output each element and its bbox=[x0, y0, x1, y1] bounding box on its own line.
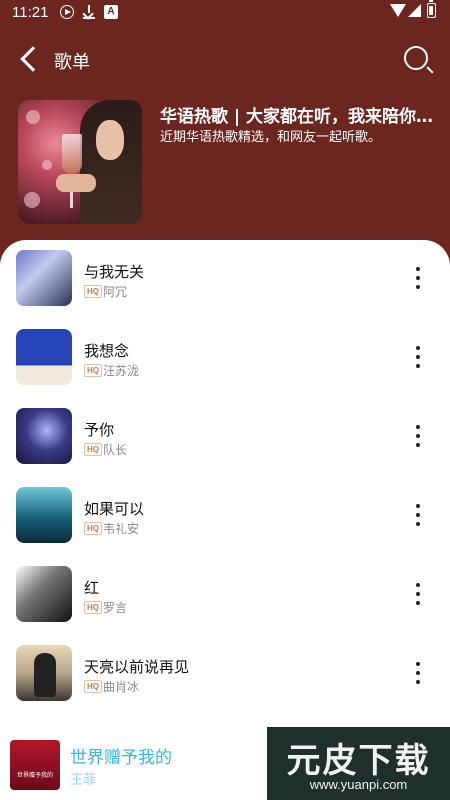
song-row[interactable]: 我想念 HQ 汪苏泷 bbox=[0, 319, 450, 398]
song-row[interactable]: 如果可以 HQ 韦礼安 bbox=[0, 477, 450, 556]
back-icon[interactable] bbox=[20, 46, 46, 72]
more-icon[interactable] bbox=[410, 267, 426, 293]
more-icon[interactable] bbox=[410, 346, 426, 372]
download-icon bbox=[82, 5, 96, 19]
status-bar: 11:21 A bbox=[0, 0, 450, 26]
more-icon[interactable] bbox=[410, 504, 426, 530]
song-artist: 汪苏泷 bbox=[103, 364, 140, 378]
song-cover bbox=[16, 250, 72, 306]
song-cover bbox=[16, 329, 72, 385]
song-title: 如果可以 bbox=[84, 500, 145, 518]
song-title: 我想念 bbox=[84, 342, 130, 360]
song-artist: 阿冗 bbox=[103, 285, 128, 299]
playlist-description: 近期华语热歌精选，和网友一起听歌。 bbox=[160, 130, 382, 145]
playlist-title: 华语热歌 | 大家都在听，我来陪你一起听 bbox=[160, 107, 440, 127]
song-title: 红 bbox=[84, 579, 100, 597]
song-title: 予你 bbox=[84, 421, 115, 439]
app-header: 歌单 bbox=[0, 40, 450, 84]
song-artist: 曲肖冰 bbox=[103, 680, 140, 694]
song-artist: 罗言 bbox=[103, 601, 128, 615]
now-playing-cover: 世界赠予我的 bbox=[10, 740, 60, 790]
song-row[interactable]: 天亮以前说再见 HQ 曲肖冰 bbox=[0, 635, 450, 714]
song-title: 与我无关 bbox=[84, 263, 145, 281]
watermark-logo-text: 元皮下载 bbox=[286, 741, 431, 781]
hq-badge: HQ bbox=[84, 522, 102, 535]
song-row[interactable]: 红 HQ 罗言 bbox=[0, 556, 450, 635]
more-icon[interactable] bbox=[410, 583, 426, 609]
battery-icon bbox=[427, 0, 436, 18]
hq-badge: HQ bbox=[84, 364, 102, 377]
song-cover bbox=[16, 645, 72, 701]
song-row[interactable]: 与我无关 HQ 阿冗 bbox=[0, 240, 450, 319]
page-title: 歌单 bbox=[54, 52, 90, 73]
watermark: 元皮下载 www.yuanpi.com bbox=[267, 727, 450, 800]
signal-icon bbox=[408, 4, 421, 17]
song-cover bbox=[16, 566, 72, 622]
song-title: 天亮以前说再见 bbox=[84, 658, 190, 676]
hq-badge: HQ bbox=[84, 680, 102, 693]
watermark-url: www.yuanpi.com bbox=[309, 777, 408, 792]
now-playing-artist: 王菲 bbox=[70, 773, 97, 788]
playlist-cover[interactable] bbox=[18, 100, 142, 224]
hq-badge: HQ bbox=[84, 285, 102, 298]
wifi-icon bbox=[390, 4, 406, 17]
song-list: 与我无关 HQ 阿冗 我想念 HQ 汪苏泷 予你 HQ 队长 如果可以 HQ 韦… bbox=[0, 240, 450, 800]
song-cover bbox=[16, 408, 72, 464]
song-cover bbox=[16, 487, 72, 543]
now-playing-title: 世界赠予我的 bbox=[70, 748, 172, 768]
more-icon[interactable] bbox=[410, 425, 426, 451]
a-icon: A bbox=[104, 5, 118, 19]
more-icon[interactable] bbox=[410, 662, 426, 688]
search-icon[interactable] bbox=[404, 46, 428, 70]
song-artist: 韦礼安 bbox=[103, 522, 140, 536]
song-artist: 队长 bbox=[103, 443, 128, 457]
status-time: 11:21 bbox=[12, 4, 49, 21]
now-playing-cover-text: 世界赠予我的 bbox=[16, 772, 53, 779]
play-icon bbox=[60, 5, 74, 19]
hq-badge: HQ bbox=[84, 601, 102, 614]
hq-badge: HQ bbox=[84, 443, 102, 456]
song-row[interactable]: 予你 HQ 队长 bbox=[0, 398, 450, 477]
